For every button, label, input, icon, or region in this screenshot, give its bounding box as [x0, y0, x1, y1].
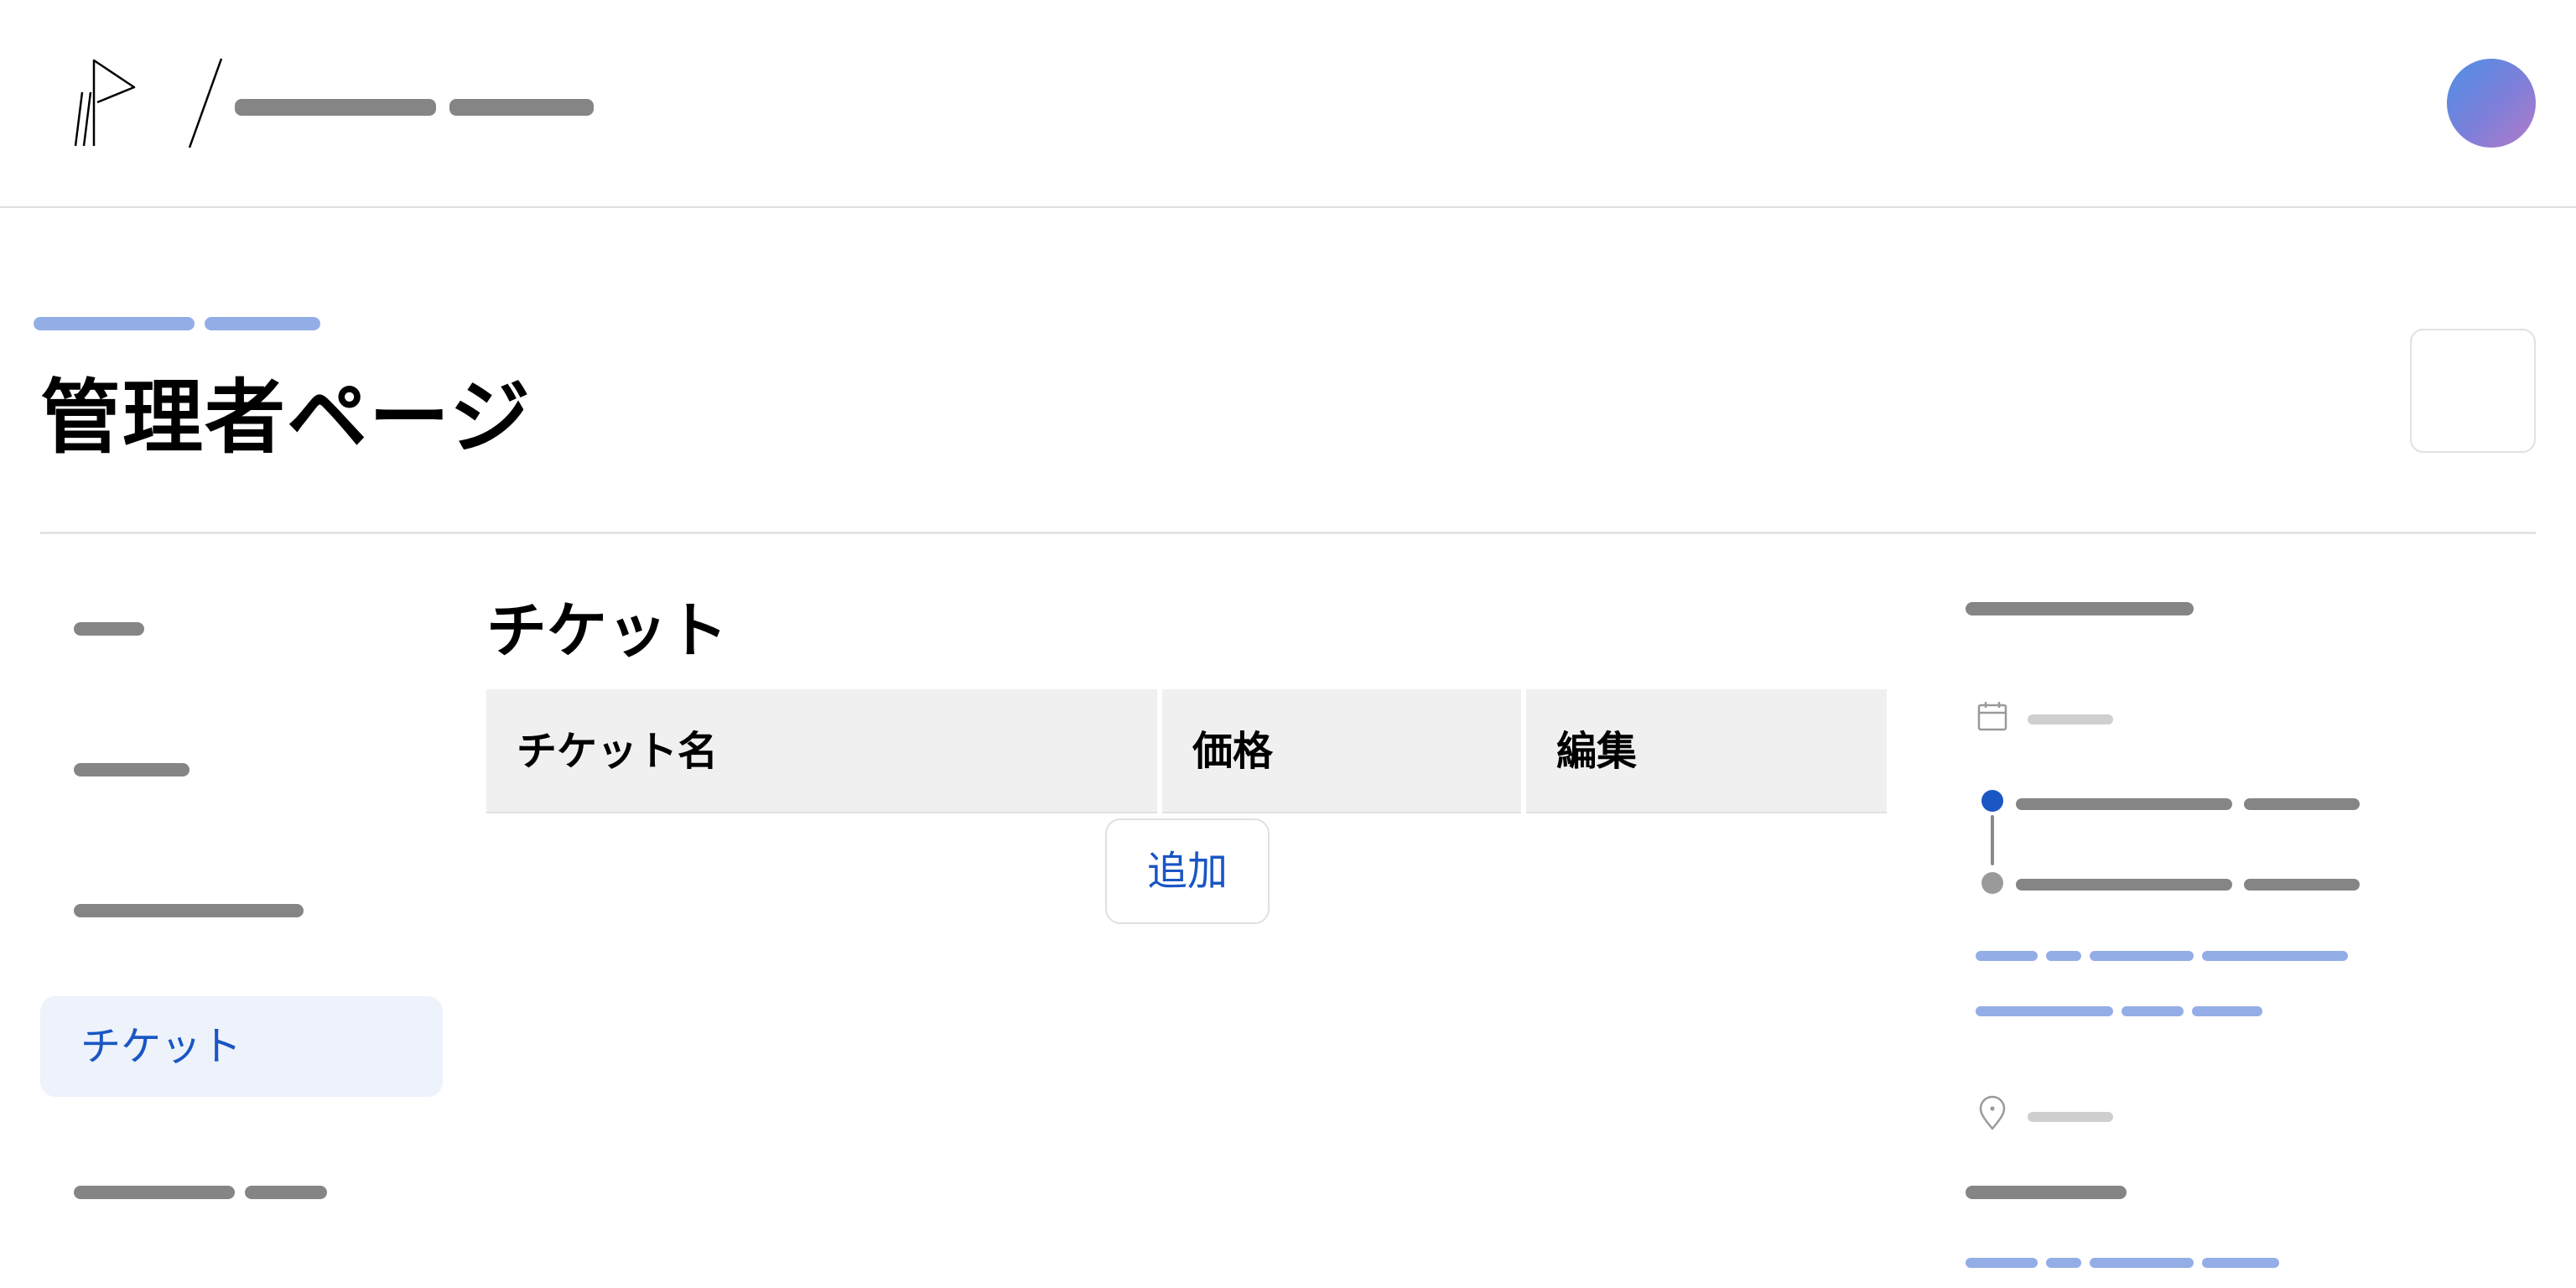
timeline-start-dot — [1981, 790, 2003, 812]
header-divider — [40, 532, 2536, 534]
venue-link-placeholder[interactable] — [2202, 1258, 2279, 1268]
column-header-label: チケット名 — [517, 728, 719, 775]
sidebar-item-placeholder-2[interactable] — [74, 763, 190, 776]
start-time-placeholder — [2016, 798, 2232, 810]
panel-link-placeholder[interactable] — [2122, 1006, 2184, 1016]
column-header-label: 価格 — [1192, 728, 1274, 775]
breadcrumb-link-placeholder-1[interactable] — [34, 317, 195, 330]
flag-logo-icon[interactable] — [67, 54, 143, 151]
slash-separator — [188, 58, 223, 148]
start-time-placeholder — [2244, 798, 2360, 810]
breadcrumb-link-placeholder-2[interactable] — [205, 317, 320, 330]
map-pin-icon — [1979, 1095, 2006, 1130]
panel-link-placeholder[interactable] — [1976, 951, 2038, 961]
top-bar — [0, 0, 2576, 208]
avatar[interactable] — [2447, 59, 2536, 148]
sidebar-item-placeholder-3[interactable] — [74, 904, 304, 917]
venue-link-placeholder[interactable] — [2046, 1258, 2081, 1268]
add-button[interactable]: 追加 — [1105, 818, 1270, 924]
date-label-placeholder — [2028, 714, 2113, 724]
sidebar-item-placeholder-5b[interactable] — [245, 1186, 327, 1199]
sidebar-item-label: チケット — [80, 1023, 242, 1070]
venue-name-placeholder — [1966, 1186, 2127, 1199]
timeline-end-dot — [1981, 872, 2003, 894]
sidebar-item-placeholder-5a[interactable] — [74, 1186, 235, 1199]
column-header-ticket-name[interactable]: チケット名 — [486, 689, 1157, 813]
panel-link-placeholder[interactable] — [2192, 1006, 2262, 1016]
panel-link-placeholder[interactable] — [2046, 951, 2081, 961]
panel-link-placeholder[interactable] — [2202, 951, 2348, 961]
column-header-price[interactable]: 価格 — [1162, 689, 1521, 813]
column-header-label: 編集 — [1556, 728, 1638, 775]
sidebar-item-placeholder-1[interactable] — [74, 622, 144, 636]
timeline-connector — [1991, 815, 1994, 865]
header-action-button[interactable] — [2410, 329, 2536, 453]
venue-link-placeholder[interactable] — [1966, 1258, 2038, 1268]
breadcrumb-placeholder-1[interactable] — [235, 99, 436, 116]
end-time-placeholder — [2016, 879, 2232, 891]
end-time-placeholder — [2244, 879, 2360, 891]
panel-link-placeholder[interactable] — [1976, 1006, 2113, 1016]
column-header-edit[interactable]: 編集 — [1526, 689, 1887, 813]
calendar-icon — [1977, 702, 2007, 731]
panel-heading-placeholder — [1966, 602, 2194, 615]
venue-link-placeholder[interactable] — [2090, 1258, 2194, 1268]
section-title: チケット — [486, 595, 729, 666]
location-label-placeholder — [2028, 1112, 2113, 1122]
page-title: 管理者ページ — [40, 371, 532, 465]
panel-link-placeholder[interactable] — [2090, 951, 2194, 961]
breadcrumb-placeholder-2[interactable] — [449, 99, 594, 116]
